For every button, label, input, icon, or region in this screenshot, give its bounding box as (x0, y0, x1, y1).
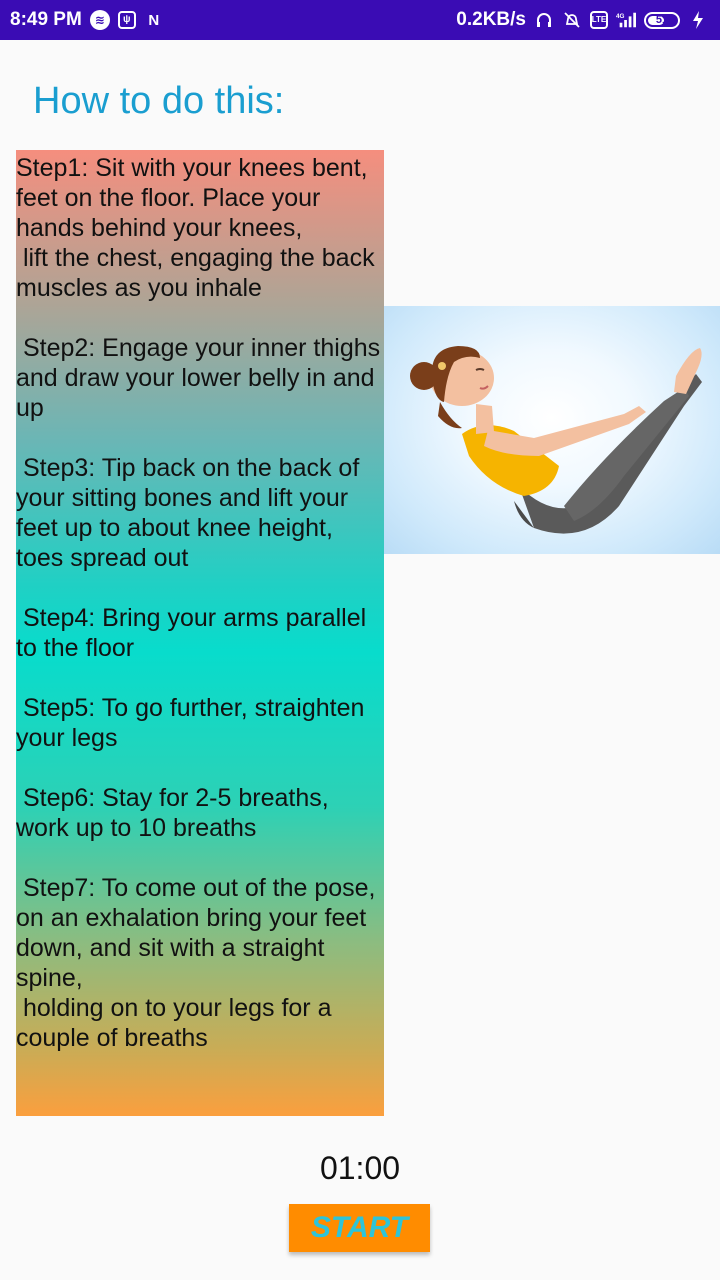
steps-panel: Step1: Sit with your knees bent, feet on… (16, 150, 384, 1116)
page-title: How to do this: (33, 80, 285, 122)
battery-level: 51 (655, 14, 669, 26)
start-button[interactable]: START (289, 1204, 430, 1252)
spotify-icon: ≋ (89, 10, 110, 30)
headphones-icon (534, 10, 554, 30)
timer-display: 01:00 (319, 1150, 401, 1186)
charging-icon (688, 10, 708, 30)
boat-pose-image (384, 306, 720, 554)
status-time: 8:49 PM (10, 9, 82, 30)
status-bar-right: 0.2KB/s LTE 4G 51 (456, 9, 708, 31)
status-bar: 8:49 PM ≋ ψ N 0.2KB/s LTE 4G 51 (0, 0, 720, 40)
net-speed: 0.2KB/s (456, 9, 526, 30)
steps-text: Step1: Sit with your knees bent, feet on… (16, 154, 381, 1052)
boat-pose-illustration (410, 346, 702, 534)
status-bar-left: 8:49 PM ≋ ψ N (10, 9, 164, 31)
volte-icon: LTE (590, 11, 608, 29)
n-icon: N (148, 11, 160, 29)
battery-icon: 51 (644, 11, 680, 29)
usb-icon: ψ (117, 11, 136, 29)
alarm-off-icon (562, 10, 582, 30)
svg-text:4G: 4G (616, 13, 625, 20)
signal-4g-icon: 4G (616, 10, 636, 30)
